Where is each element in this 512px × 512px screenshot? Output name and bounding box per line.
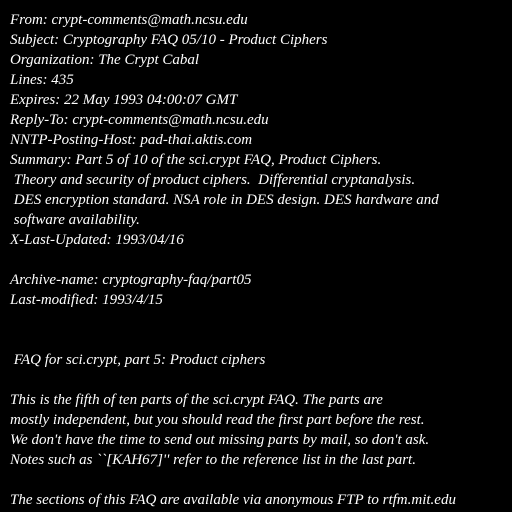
body-line: mostly independent, but you should read …: [10, 412, 425, 428]
body-line: This is the fifth of ten parts of the sc…: [10, 392, 383, 408]
body-line: We don't have the time to send out missi…: [10, 432, 430, 448]
header-nntp-host: NNTP-Posting-Host: pad-thai.aktis.com: [10, 132, 253, 148]
usenet-message: From: crypt-comments@math.ncsu.edu Subje…: [0, 0, 512, 512]
summary-continuation: Theory and security of product ciphers. …: [10, 172, 416, 188]
body-line: The sections of this FAQ are available v…: [10, 492, 456, 508]
header-last-updated: X-Last-Updated: 1993/04/16: [10, 232, 184, 248]
header-expires: Expires: 22 May 1993 04:00:07 GMT: [10, 92, 238, 108]
header-organization: Organization: The Crypt Cabal: [10, 52, 200, 68]
archive-name: Archive-name: cryptography-faq/part05: [10, 272, 252, 288]
summary-continuation: DES encryption standard. NSA role in DES…: [10, 192, 439, 208]
summary-continuation: software availability.: [10, 212, 140, 228]
header-lines: Lines: 435: [10, 72, 74, 88]
header-reply-to: Reply-To: crypt-comments@math.ncsu.edu: [10, 112, 269, 128]
body-line: Notes such as ``[KAH67]'' refer to the r…: [10, 452, 416, 468]
header-from: From: crypt-comments@math.ncsu.edu: [10, 12, 248, 28]
last-modified: Last-modified: 1993/4/15: [10, 292, 163, 308]
header-subject: Subject: Cryptography FAQ 05/10 - Produc…: [10, 32, 328, 48]
header-summary: Summary: Part 5 of 10 of the sci.crypt F…: [10, 152, 382, 168]
faq-title: FAQ for sci.crypt, part 5: Product ciphe…: [10, 352, 266, 368]
